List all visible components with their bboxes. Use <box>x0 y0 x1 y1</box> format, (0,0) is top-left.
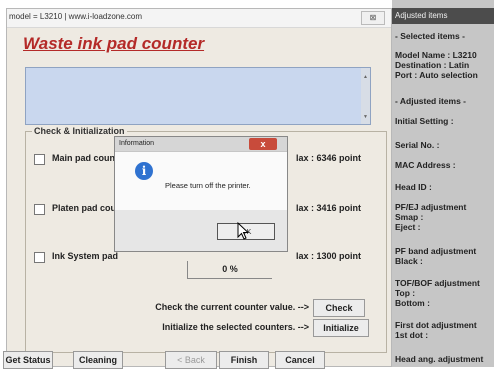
check-counter-label: Check the current counter value. --> <box>155 302 309 312</box>
finish-button[interactable]: Finish <box>219 351 269 369</box>
scroll-up-icon[interactable]: ▲ <box>363 74 368 80</box>
message-textbox[interactable]: ▲ ▼ <box>25 67 371 125</box>
black: Black : <box>395 256 423 266</box>
main-pad-max: lax : 6346 point <box>296 153 362 163</box>
cleaning-button[interactable]: Cleaning <box>73 351 123 369</box>
percent-value: 0 <box>222 264 228 274</box>
adjusted-items-panel: Adjusted items - Selected items - Model … <box>392 0 494 367</box>
page-title: Waste ink pad counter <box>23 34 205 53</box>
cancel-button[interactable]: Cancel <box>275 351 325 369</box>
port: Port : Auto selection <box>395 70 478 80</box>
get-status-button[interactable]: Get Status <box>3 351 53 369</box>
mouse-cursor-icon <box>237 222 250 240</box>
percent-unit: % <box>229 264 238 274</box>
pfej-adjustment: PF/EJ adjustment <box>395 202 467 212</box>
dialog-message: Please turn off the printer. <box>165 181 251 190</box>
platen-pad-checkbox[interactable] <box>34 204 45 215</box>
dialog-title: Information <box>119 140 155 147</box>
group-title: Check & Initialization <box>32 126 127 136</box>
platen-pad-label: Platen pad cou <box>52 203 117 213</box>
title-bar: model = L3210 | www.i-loadzone.com ⊠ <box>7 9 391 28</box>
destination: Destination : Latin <box>395 60 470 70</box>
ink-system-pad-checkbox[interactable] <box>34 252 45 263</box>
back-button[interactable]: < Back <box>165 351 217 369</box>
main-pad-checkbox[interactable] <box>34 154 45 165</box>
main-pad-label: Main pad coun <box>52 153 115 163</box>
initial-setting: Initial Setting : <box>395 116 454 126</box>
info-icon: i <box>135 162 153 180</box>
tof-bof-adjustment: TOF/BOF adjustment <box>395 278 480 288</box>
check-button[interactable]: Check <box>313 299 365 317</box>
dialog-close-button[interactable]: x <box>249 138 277 150</box>
serial-no: Serial No. : <box>395 140 440 150</box>
eject: Eject : <box>395 222 421 232</box>
ink-system-pad-label: Ink System pad <box>52 251 119 261</box>
scroll-down-icon[interactable]: ▼ <box>363 114 368 120</box>
percent-readout: 0 % <box>187 261 272 279</box>
adjusted-items-header: Adjusted items <box>392 8 494 24</box>
initialize-button[interactable]: Initialize <box>313 319 369 337</box>
window-close-button[interactable]: ⊠ <box>361 11 385 25</box>
mac-address: MAC Address : <box>395 160 456 170</box>
dialog-title-bar: Information x <box>115 137 287 152</box>
window-title: model = L3210 | www.i-loadzone.com <box>9 12 143 21</box>
platen-pad-max: lax : 3416 point <box>296 203 362 213</box>
head-id: Head ID : <box>395 182 432 192</box>
first-dot: 1st dot : <box>395 330 429 340</box>
bottom: Bottom : <box>395 298 430 308</box>
ink-system-pad-max: lax : 1300 point <box>296 251 362 261</box>
textbox-scrollbar[interactable]: ▲ ▼ <box>361 68 370 124</box>
smap: Smap : <box>395 212 424 222</box>
head-ang-adjustment: Head ang. adjustment <box>395 354 484 364</box>
init-counter-label: Initialize the selected counters. --> <box>162 322 309 332</box>
information-dialog: Information x i Please turn off the prin… <box>114 136 288 252</box>
top: Top : <box>395 288 416 298</box>
adjusted-items-title: - Adjusted items - <box>395 96 466 106</box>
selected-items-title: - Selected items - <box>395 31 465 41</box>
model-name: Model Name : L3210 <box>395 50 477 60</box>
pf-band-adjustment: PF band adjustment <box>395 246 477 256</box>
first-dot-adjustment: First dot adjustment <box>395 320 477 330</box>
